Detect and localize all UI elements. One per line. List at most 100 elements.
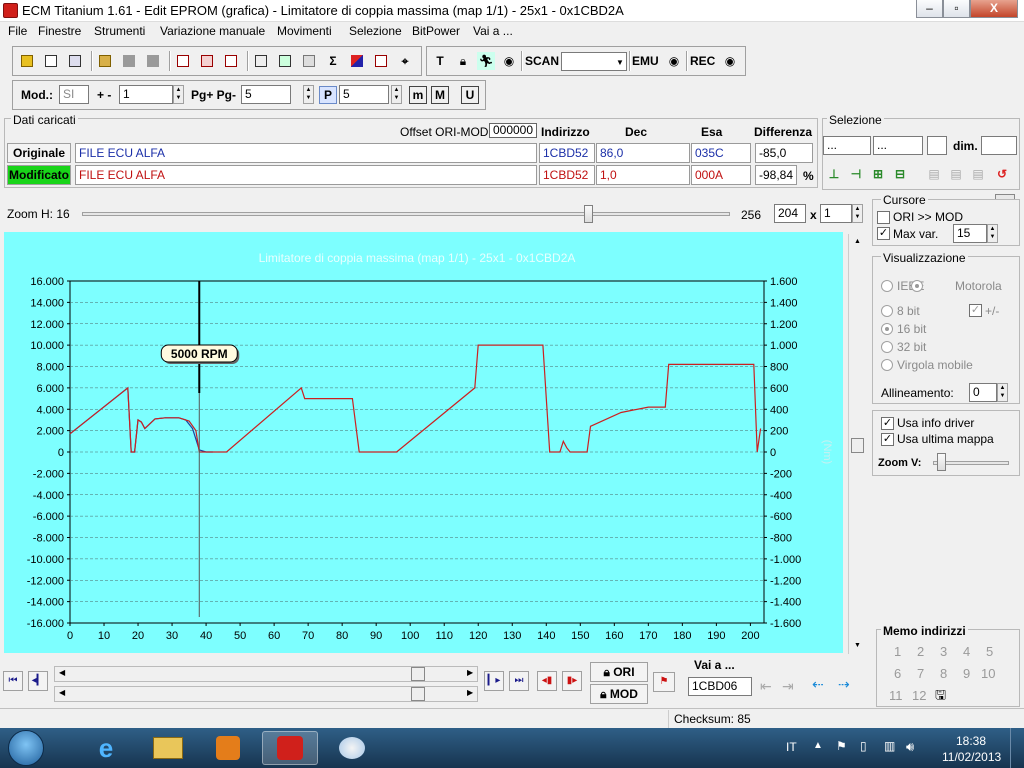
chevron-down-icon[interactable]: ▼ [616, 58, 624, 67]
memo-1[interactable]: 1 [894, 644, 901, 659]
memo-prev-icon[interactable]: ⇠ [812, 676, 824, 693]
plusminus-field[interactable]: 1 [119, 85, 173, 104]
ori-mod-checkbox[interactable] [877, 211, 890, 224]
paint-icon[interactable] [324, 731, 380, 765]
offset-field[interactable]: 000000 [489, 123, 537, 138]
checksum-icon[interactable] [198, 52, 216, 70]
scroll-right-icon[interactable]: ▶ [467, 668, 473, 677]
maxvar-stepper[interactable]: ▲ ▼ [987, 224, 998, 243]
open-folder-icon[interactable] [96, 52, 114, 70]
memo-7[interactable]: 7 [917, 666, 924, 681]
mod-button[interactable]: 🔒︎ MOD [590, 684, 648, 704]
scroll-right-mod-icon[interactable]: ▶ [467, 688, 473, 697]
usa-info-checkbox[interactable]: ✓ [881, 417, 894, 430]
zoom-h-track[interactable] [82, 212, 730, 216]
graph-icon[interactable] [372, 52, 390, 70]
calendar-icon[interactable] [222, 52, 240, 70]
memo-3[interactable]: 3 [940, 644, 947, 659]
paste-icon[interactable]: ▤ [925, 165, 943, 183]
goto-left-icon[interactable]: ⇤ [760, 678, 772, 695]
scroll-up-icon[interactable]: ▲ [854, 238, 861, 245]
zoom-h-thumb[interactable] [584, 205, 593, 223]
memo-next-icon[interactable]: ⇢ [838, 676, 850, 693]
menu-file[interactable]: File [8, 24, 27, 38]
menu-vai-a[interactable]: Vai a ... [473, 24, 513, 38]
sel-small-field[interactable] [927, 136, 947, 155]
sel-plus-icon[interactable]: ⊞ [869, 165, 887, 183]
prev-icon[interactable]: ◂▎ [28, 671, 48, 691]
mod-field[interactable]: SI [59, 85, 89, 104]
16bit-radio[interactable] [881, 323, 893, 335]
menu-selezione[interactable]: Selezione [349, 24, 402, 38]
ieee-radio[interactable] [881, 280, 893, 292]
sum-icon[interactable]: Σ [324, 52, 342, 70]
chart-v-thumb[interactable] [851, 438, 864, 453]
menu-variazione-manuale[interactable]: Variazione manuale [160, 24, 265, 38]
undo-icon[interactable]: ↺ [993, 165, 1011, 183]
sel-start-field[interactable]: ... [823, 136, 871, 155]
menu-bitpower[interactable]: BitPower [412, 24, 460, 38]
runner-icon[interactable]: 🏃︎ [477, 52, 495, 70]
maxvar-field[interactable]: 15 [953, 224, 987, 243]
maximize-button[interactable]: ▫ [943, 0, 970, 18]
h-scroll-mod-thumb[interactable] [411, 687, 425, 701]
maxvar-checkbox[interactable]: ✓ [877, 227, 890, 240]
mod-esa-field[interactable]: 000A [691, 165, 751, 185]
flag-icon[interactable]: ⚑ [653, 672, 675, 692]
scroll-left-icon[interactable]: ◀ [59, 668, 65, 677]
memo-9[interactable]: 9 [963, 666, 970, 681]
memo-11[interactable]: 11 [889, 688, 903, 703]
scroll-left-mod-icon[interactable]: ◀ [59, 688, 65, 697]
clock-time[interactable]: 18:38 [956, 734, 986, 748]
dim-field[interactable] [981, 136, 1017, 155]
compare-icon[interactable] [300, 52, 318, 70]
h-scroll-ori-thumb[interactable] [411, 667, 425, 681]
lock-icon[interactable]: 🔒︎ [454, 52, 472, 70]
home-icon[interactable] [18, 52, 36, 70]
sel-end-icon[interactable]: ⊟ [891, 165, 909, 183]
flag-tray-icon[interactable]: ⚑ [836, 739, 847, 753]
memo-2[interactable]: 2 [917, 644, 924, 659]
sel-mid-icon[interactable]: ⊣ [847, 165, 865, 183]
vai-a-field[interactable]: 1CBD06 [688, 677, 752, 696]
8bit-radio[interactable] [881, 305, 893, 317]
zoom-v-thumb[interactable] [937, 453, 946, 471]
text-icon[interactable]: T [431, 52, 449, 70]
start-button[interactable] [8, 730, 44, 766]
allineamento-field[interactable]: 0 [969, 383, 997, 402]
m-small-button[interactable]: m [409, 86, 427, 104]
calculator-icon[interactable] [276, 52, 294, 70]
emu-dot-icon[interactable]: ◉ [665, 52, 683, 70]
next-icon[interactable]: ▎▸ [484, 671, 504, 691]
goto-right-icon[interactable]: ⇥ [782, 678, 794, 695]
ecm-titanium-task[interactable] [262, 731, 318, 765]
minimize-button[interactable]: – [916, 0, 943, 18]
chart-v-scrollbar[interactable]: ▲ ▼ [848, 234, 866, 654]
menu-strumenti[interactable]: Strumenti [94, 24, 145, 38]
mod-dec-field[interactable]: 1,0 [596, 165, 690, 185]
network-icon[interactable]: ▥ [884, 739, 895, 753]
sel-start-icon[interactable]: ⊥ [825, 165, 843, 183]
shapes-icon[interactable] [348, 52, 366, 70]
chart[interactable]: Limitatore di coppia massima (map 1/1) -… [4, 232, 843, 653]
p-field[interactable]: 5 [339, 85, 389, 104]
ori-button[interactable]: 🔒︎ ORI [590, 662, 648, 682]
volume-icon[interactable]: 🔊︎ [906, 739, 914, 755]
paste-add-icon[interactable]: ▤ [947, 165, 965, 183]
zoom-val2-field[interactable]: 204 [774, 204, 806, 223]
battery-icon[interactable]: ▯ [860, 739, 867, 753]
orig-esa-field[interactable]: 035C [691, 143, 751, 163]
u-button[interactable]: U [461, 86, 479, 104]
tray-up-icon[interactable]: ▲ [813, 740, 823, 751]
memo-8[interactable]: 8 [940, 666, 947, 681]
p-button[interactable]: P [319, 86, 337, 104]
modificato-button[interactable]: Modificato [7, 165, 71, 185]
h-scroll-ori[interactable]: ◀ ▶ [54, 666, 478, 682]
memo-4[interactable]: 4 [963, 644, 970, 659]
clock-date[interactable]: 11/02/2013 [942, 750, 1001, 764]
menu-movimenti[interactable]: Movimenti [277, 24, 332, 38]
m-big-button[interactable]: M [431, 86, 449, 104]
memo-6[interactable]: 6 [894, 666, 901, 681]
memo-10[interactable]: 10 [981, 666, 995, 681]
copy-windows-icon[interactable] [42, 52, 60, 70]
